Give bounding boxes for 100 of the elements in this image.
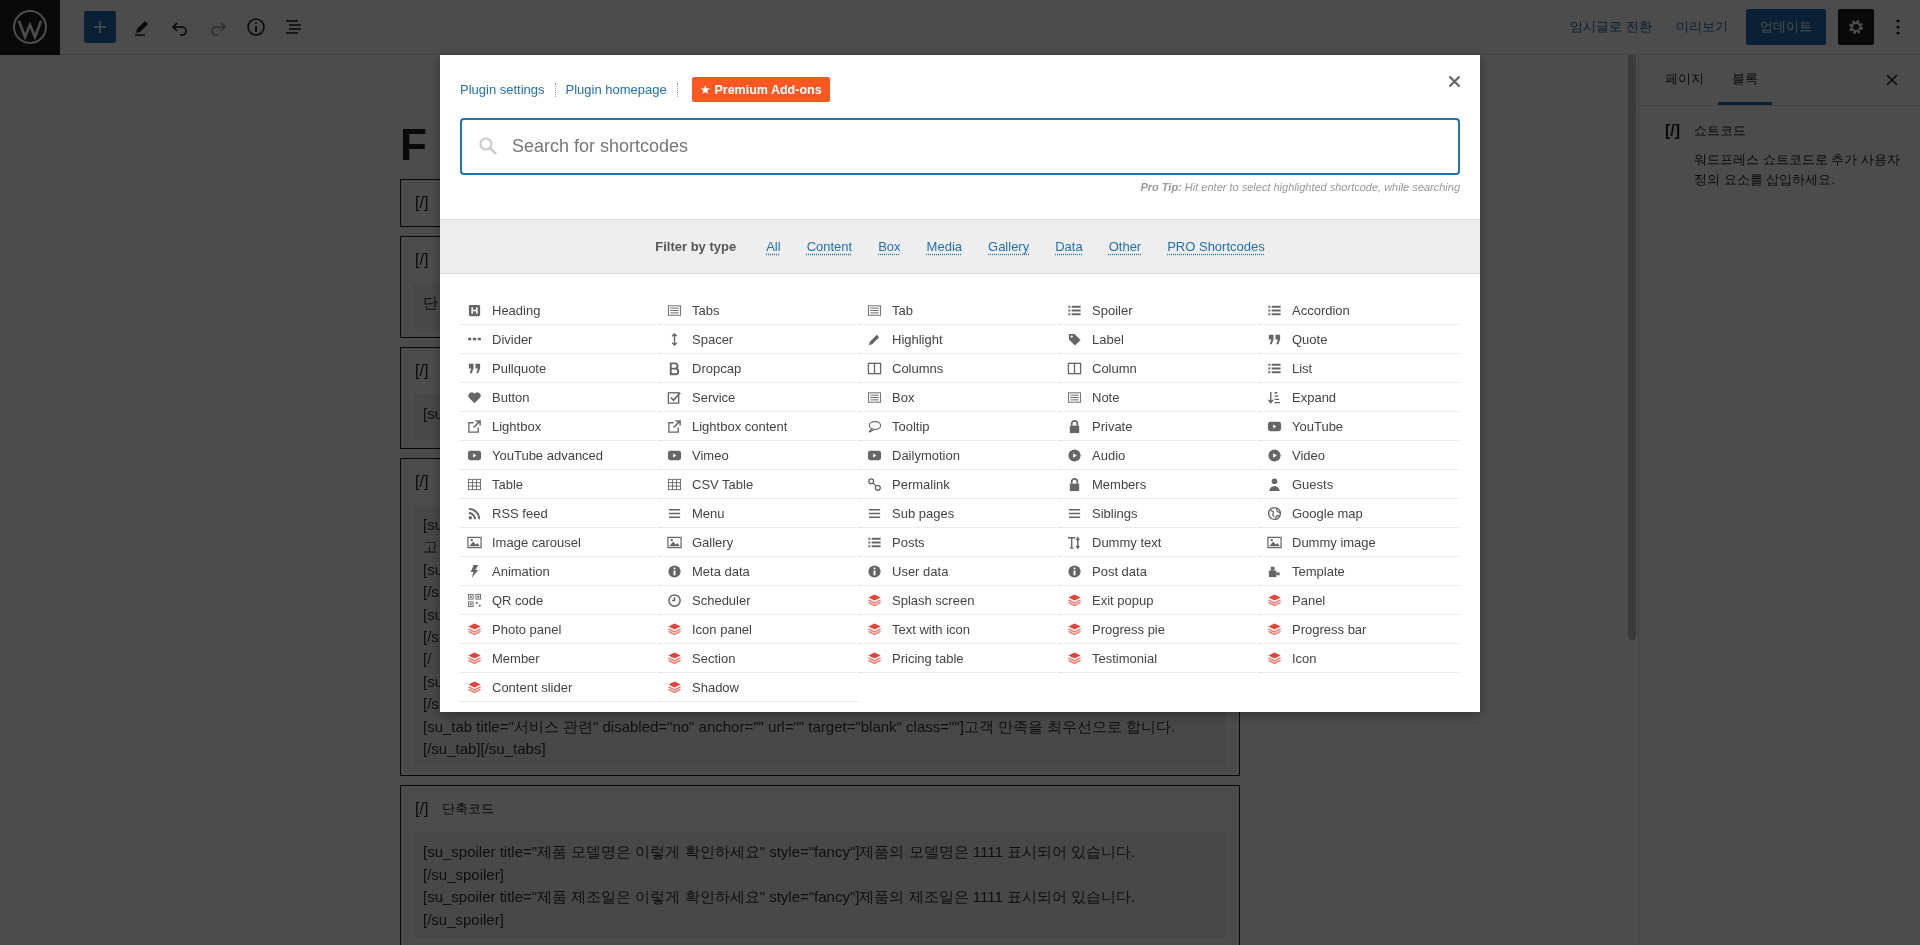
shortcode-name: Menu <box>692 505 725 521</box>
shortcode-name: Animation <box>492 563 550 579</box>
shortcode-item[interactable]: Quote <box>1260 325 1460 354</box>
shortcode-item[interactable]: Tooltip <box>860 412 1060 441</box>
shortcode-item[interactable]: Template <box>1260 557 1460 586</box>
plugin-link[interactable]: Plugin homepage <box>565 82 667 97</box>
info-icon <box>1067 563 1082 579</box>
filter-link[interactable]: Gallery <box>988 239 1030 254</box>
shortcode-item[interactable]: YouTube advanced <box>460 441 660 470</box>
shortcode-item[interactable]: Image carousel <box>460 528 660 557</box>
shortcode-item[interactable]: Divider <box>460 325 660 354</box>
shortcode-item[interactable]: Private <box>1060 412 1260 441</box>
filter-label: Filter by type <box>655 239 737 254</box>
block-type-label: [/] <box>1665 122 1681 141</box>
shortcode-item[interactable]: Service <box>660 383 860 412</box>
shortcode-item[interactable]: Lightbox content <box>660 412 860 441</box>
code-line: [su_tab title="서비스 관련" disabled="no" anchor="" url="" target="blank" class=""]고객 만족을 최우선으로 합니다. <box>423 716 1176 737</box>
filter-link[interactable]: Media <box>926 239 962 254</box>
shortcode-item[interactable]: Gallery <box>660 528 860 557</box>
shortcode-item[interactable]: Siblings <box>1060 499 1260 528</box>
shortcode-item[interactable]: Member <box>460 644 660 673</box>
shortcode-item[interactable]: Shadow <box>660 673 860 702</box>
shortcode-item[interactable]: Dummy text <box>1060 528 1260 557</box>
shortcode-item[interactable]: Section <box>660 644 860 673</box>
shortcode-name: YouTube <box>1292 418 1344 434</box>
shortcode-item[interactable]: Expand <box>1260 383 1460 412</box>
shortcode-item[interactable]: Menu <box>660 499 860 528</box>
shortcode-item[interactable]: Tab <box>860 296 1060 325</box>
shortcode-item[interactable]: Table <box>460 470 660 499</box>
shortcode-item[interactable]: YouTube <box>1260 412 1460 441</box>
shortcode-item[interactable]: Highlight <box>860 325 1060 354</box>
shortcode-item[interactable]: Post data <box>1060 557 1260 586</box>
shortcode-item[interactable]: RSS feed <box>460 499 660 528</box>
shortcode-item[interactable]: Permalink <box>860 470 1060 499</box>
shortcode-item[interactable]: Text with icon <box>860 615 1060 644</box>
shortcode-item[interactable]: Dropcap <box>660 354 860 383</box>
shortcode-item[interactable]: Progress bar <box>1260 615 1460 644</box>
shortcode-item[interactable]: Lightbox <box>460 412 660 441</box>
shortcode-name: Testimonial <box>1092 650 1158 666</box>
shortcode-item[interactable]: Splash screen <box>860 586 1060 615</box>
shortcode-item[interactable]: Content slider <box>460 673 660 702</box>
shortcode-item[interactable]: Accordion <box>1260 296 1460 325</box>
block-title: 단축코드 <box>442 800 495 819</box>
shortcode-item[interactable]: Exit popup <box>1060 586 1260 615</box>
shortcode-item[interactable]: Dailymotion <box>860 441 1060 470</box>
shortcode-item[interactable]: Meta data <box>660 557 860 586</box>
filter-link[interactable]: Other <box>1108 239 1142 254</box>
shortcode-item[interactable]: Note <box>1060 383 1260 412</box>
sort-icon <box>1267 389 1282 405</box>
shortcode-item[interactable]: Photo panel <box>460 615 660 644</box>
shortcode-item[interactable]: Animation <box>460 557 660 586</box>
shortcode-name: Service <box>692 389 736 405</box>
shortcode-item[interactable]: Audio <box>1060 441 1260 470</box>
shortcode-name: User data <box>892 563 949 579</box>
shortcode-item[interactable]: Panel <box>1260 586 1460 615</box>
shortcode-item[interactable]: Spacer <box>660 325 860 354</box>
shortcode-item[interactable]: Icon panel <box>660 615 860 644</box>
shortcode-item[interactable]: Heading <box>460 296 660 325</box>
shortcode-item[interactable]: Video <box>1260 441 1460 470</box>
shortcode-item[interactable]: Google map <box>1260 499 1460 528</box>
shortcode-name: Content slider <box>492 679 573 695</box>
shortcode-item[interactable]: User data <box>860 557 1060 586</box>
shortcode-item[interactable]: Posts <box>860 528 1060 557</box>
shortcode-item[interactable]: Pricing table <box>860 644 1060 673</box>
filter-link[interactable]: Content <box>806 239 853 254</box>
shortcode-item[interactable]: Sub pages <box>860 499 1060 528</box>
shortcode-name: Template <box>1292 563 1345 579</box>
filter-link[interactable]: Box <box>878 239 901 254</box>
qr-code-icon <box>467 592 482 608</box>
shortcode-item[interactable]: Guests <box>1260 470 1460 499</box>
shortcode-item[interactable]: Vimeo <box>660 441 860 470</box>
shortcode-item[interactable]: Dummy image <box>1260 528 1460 557</box>
shortcode-item[interactable]: Testimonial <box>1060 644 1260 673</box>
filter-link[interactable]: Data <box>1055 239 1083 254</box>
shortcode-item[interactable]: List <box>1260 354 1460 383</box>
shortcode-item[interactable]: QR code <box>460 586 660 615</box>
shortcode-name: Columns <box>892 360 944 376</box>
shortcode-item[interactable]: Scheduler <box>660 586 860 615</box>
search-field[interactable]: Search for shortcodes <box>460 118 1460 175</box>
speech-bubble-icon <box>867 418 882 434</box>
filter-link[interactable]: All <box>766 239 781 254</box>
shortcode-item[interactable]: Columns <box>860 354 1060 383</box>
plugin-link[interactable]: Plugin settings <box>460 82 545 97</box>
shortcode-item[interactable]: Icon <box>1260 644 1460 673</box>
shortcode-name: List <box>1292 360 1313 376</box>
filter-link[interactable]: PRO Shortcodes <box>1167 239 1265 254</box>
shortcode-item[interactable]: Column <box>1060 354 1260 383</box>
shortcode-item[interactable]: Progress pie <box>1060 615 1260 644</box>
shortcode-name: Scheduler <box>692 592 751 608</box>
checkbox-icon <box>667 389 682 405</box>
code-line: 단 <box>423 293 438 313</box>
shortcode-item[interactable]: Tabs <box>660 296 860 325</box>
shortcode-item[interactable]: Pullquote <box>460 354 660 383</box>
shortcode-item[interactable]: Button <box>460 383 660 412</box>
shortcode-item[interactable]: CSV Table <box>660 470 860 499</box>
shortcode-item[interactable]: Label <box>1060 325 1260 354</box>
shortcode-item[interactable]: Spoiler <box>1060 296 1260 325</box>
shortcode-item[interactable]: Members <box>1060 470 1260 499</box>
shortcode-item[interactable]: Box <box>860 383 1060 412</box>
list-box-icon <box>867 302 882 318</box>
